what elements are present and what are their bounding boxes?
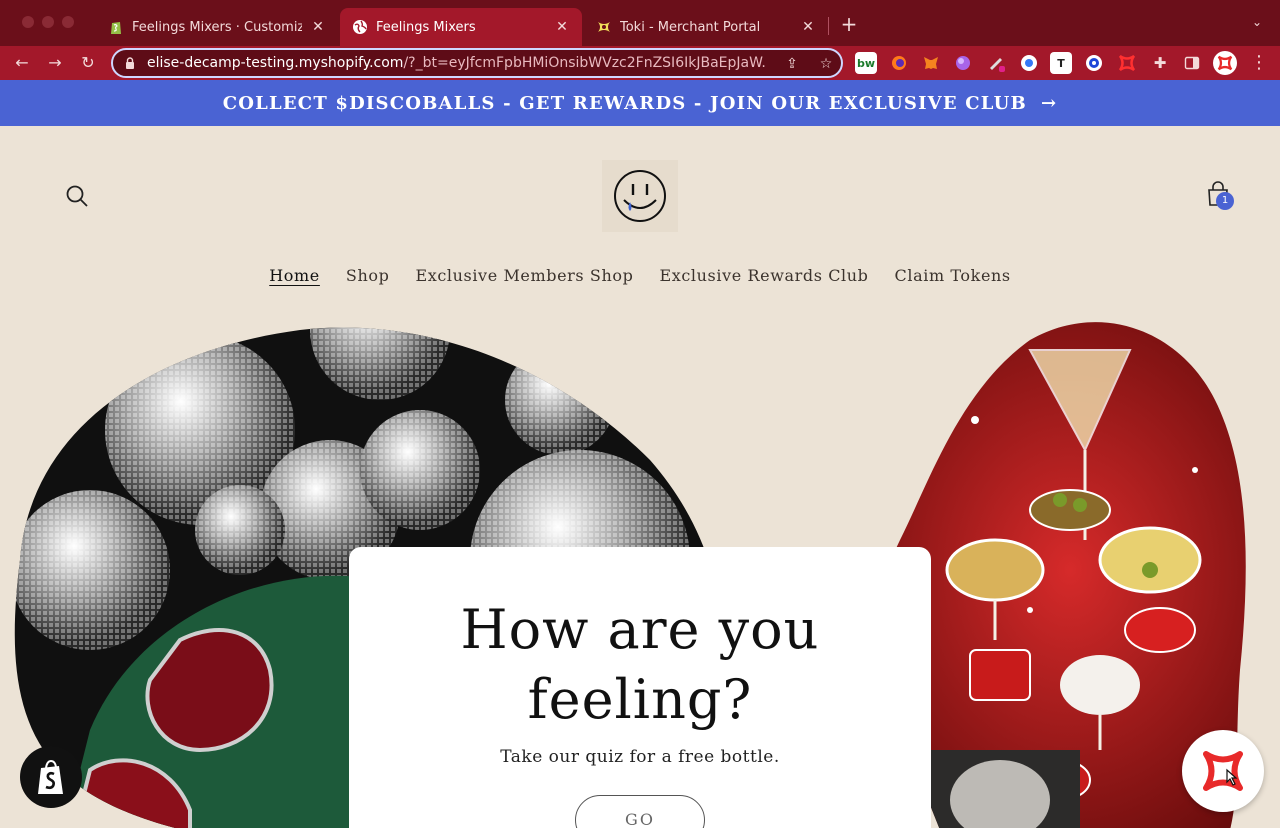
kebab-menu-icon[interactable]: ⋮ <box>1248 52 1270 74</box>
star-icon[interactable]: ☆ <box>817 55 835 73</box>
tab-toki-portal[interactable]: Toki - Merchant Portal ✕ <box>584 8 828 46</box>
window-close-dot[interactable] <box>22 16 34 28</box>
globe-icon <box>352 19 368 35</box>
window-minimize-dot[interactable] <box>42 16 54 28</box>
hero-title: How are you feeling? <box>349 595 931 735</box>
smiley-tear-icon <box>614 170 666 222</box>
firefox-icon[interactable] <box>888 52 910 74</box>
tab-title: Feelings Mixers · Customize Re <box>132 19 302 35</box>
search-icon[interactable] <box>64 183 90 209</box>
window-zoom-dot[interactable] <box>62 16 74 28</box>
close-icon[interactable]: ✕ <box>800 19 816 35</box>
lock-icon <box>126 57 134 69</box>
url-text: elise-decamp-testing.myshopify.com/?_bt=… <box>147 55 767 71</box>
address-bar[interactable]: elise-decamp-testing.myshopify.com/?_bt=… <box>111 48 843 78</box>
pen-extension-icon[interactable] <box>986 52 1008 74</box>
notion-icon[interactable]: T <box>1050 52 1072 74</box>
close-icon[interactable]: ✕ <box>310 19 326 35</box>
metamask-icon[interactable] <box>920 52 942 74</box>
sidepanel-icon[interactable] <box>1181 52 1203 74</box>
back-icon[interactable]: ← <box>11 52 33 74</box>
tab-separator <box>828 17 829 35</box>
close-icon[interactable]: ✕ <box>554 19 570 35</box>
browser-tab-bar: Feelings Mixers · Customize Re ✕ Feeling… <box>0 0 1280 46</box>
hero-subtitle: Take our quiz for a free bottle. <box>500 747 780 767</box>
nav-item-exclusive-rewards-club[interactable]: Exclusive Rewards Club <box>659 266 868 292</box>
reload-icon[interactable]: ↻ <box>77 52 99 74</box>
shopify-admin-button[interactable] <box>20 746 82 808</box>
shopify-icon <box>108 19 124 35</box>
hero-title-line1: How are you <box>460 598 820 661</box>
puzzle-icon[interactable]: ✚ <box>1149 52 1171 74</box>
target-icon[interactable] <box>1083 52 1105 74</box>
share-icon[interactable]: ⇪ <box>783 55 801 73</box>
announcement-text: COLLECT $DISCOBALLS - GET REWARDS - JOIN… <box>222 92 1027 114</box>
tab-title: Toki - Merchant Portal <box>620 19 761 35</box>
tab-feelings-mixers[interactable]: Feelings Mixers ✕ <box>340 8 582 46</box>
cart-count-badge: 1 <box>1216 192 1234 210</box>
store-logo[interactable] <box>602 160 678 232</box>
purple-extension-icon[interactable] <box>952 52 974 74</box>
toki-extension-icon[interactable] <box>1116 52 1138 74</box>
hero-card: How are you feeling? Take our quiz for a… <box>349 547 931 828</box>
browser-toolbar: ← → ↻ elise-decamp-testing.myshopify.com… <box>0 46 1280 80</box>
hero-title-line2: feeling? <box>527 668 753 731</box>
nav-item-claim-tokens[interactable]: Claim Tokens <box>895 266 1011 292</box>
new-tab-icon[interactable]: + <box>838 13 860 35</box>
chrome-account-icon[interactable] <box>1018 52 1040 74</box>
profile-avatar[interactable] <box>1213 51 1237 75</box>
toki-rewards-button[interactable] <box>1182 730 1264 812</box>
arrow-right-icon: → <box>1040 92 1058 114</box>
nav-item-shop[interactable]: Shop <box>346 266 390 292</box>
bw-extension-icon[interactable]: bw <box>855 52 877 74</box>
url-path: /?_bt=eyJfcmFpbHMiOnsibWVzc2FnZSI6IkJBaE… <box>403 55 767 71</box>
main-nav: Home Shop Exclusive Members Shop Exclusi… <box>0 266 1280 292</box>
shopify-bag-icon <box>38 759 63 794</box>
toki-icon <box>596 19 612 35</box>
nav-item-exclusive-members-shop[interactable]: Exclusive Members Shop <box>415 266 633 292</box>
forward-icon[interactable]: → <box>44 52 66 74</box>
tab-customize[interactable]: Feelings Mixers · Customize Re ✕ <box>96 8 338 46</box>
chevron-down-icon[interactable]: ⌄ <box>1248 15 1266 33</box>
nav-item-home[interactable]: Home <box>269 266 320 292</box>
announcement-bar[interactable]: COLLECT $DISCOBALLS - GET REWARDS - JOIN… <box>0 80 1280 126</box>
go-button[interactable]: GO <box>575 795 705 828</box>
tab-title: Feelings Mixers <box>376 19 476 35</box>
url-host: elise-decamp-testing.myshopify.com <box>147 55 404 71</box>
toki-logo-icon <box>1203 751 1243 791</box>
